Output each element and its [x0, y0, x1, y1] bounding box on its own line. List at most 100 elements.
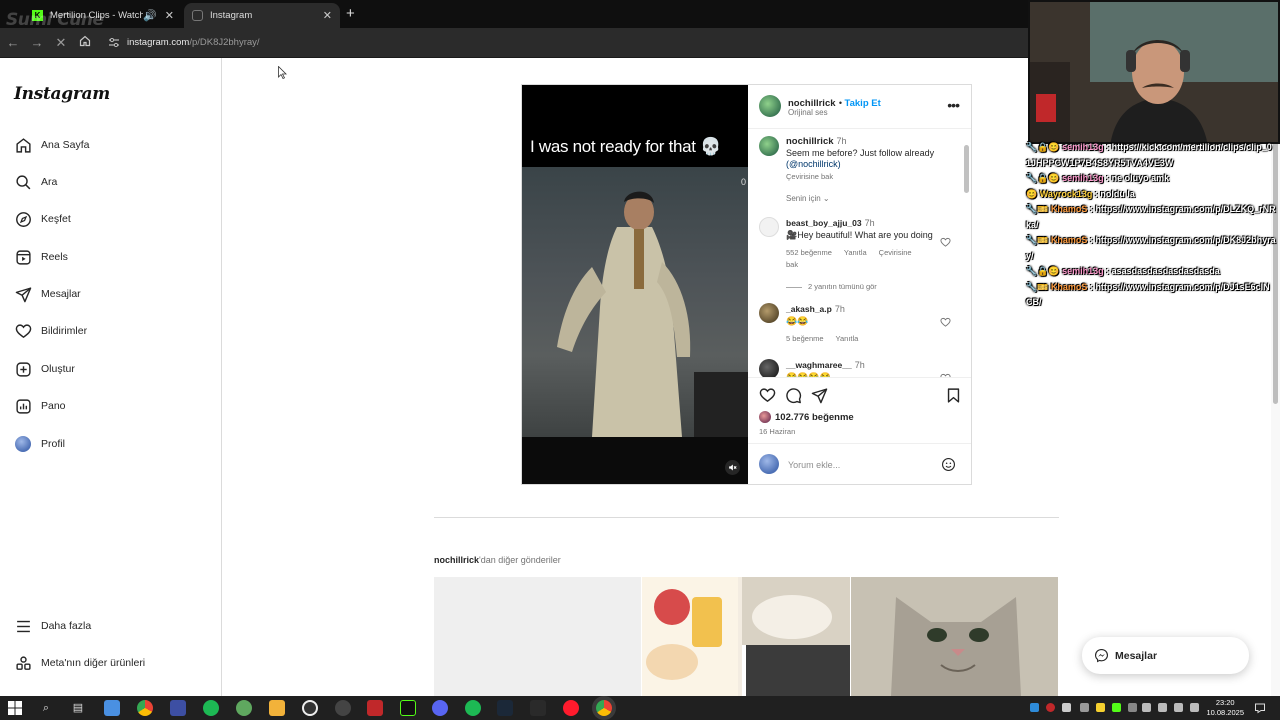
- nav-item-more[interactable]: Daha fazla: [14, 616, 91, 636]
- bookmark-icon[interactable]: [945, 387, 962, 404]
- file-explorer-icon[interactable]: [269, 700, 285, 716]
- more-posts-user[interactable]: nochillrick: [434, 555, 479, 565]
- comment-username[interactable]: __waghmaree__: [786, 360, 852, 370]
- comment-item: __waghmaree__ 7h 😂😂😂😂: [786, 360, 936, 377]
- network-icon[interactable]: [1142, 703, 1151, 712]
- nav-item-dashboard[interactable]: Pano: [14, 396, 66, 416]
- search-icon[interactable]: ⌕: [38, 700, 54, 716]
- app-icon[interactable]: [203, 700, 219, 716]
- url-host: instagram.com: [127, 37, 190, 48]
- new-tab-button[interactable]: +: [346, 5, 355, 22]
- profile-avatar-icon: [14, 435, 32, 453]
- notification-icon[interactable]: [1254, 702, 1266, 714]
- caption-avatar[interactable]: [759, 136, 779, 156]
- grid-post-thumbnail[interactable]: [642, 577, 850, 696]
- comment-like-heart-icon[interactable]: [940, 317, 951, 328]
- network-icon[interactable]: [1158, 703, 1167, 712]
- nav-item-label: Oluştur: [41, 363, 75, 375]
- caption-mention[interactable]: (@nochillrick): [786, 159, 946, 171]
- app-icon[interactable]: [302, 700, 318, 716]
- app-icon[interactable]: [170, 700, 186, 716]
- comment-avatar[interactable]: [759, 217, 779, 237]
- sort-dropdown[interactable]: Senin için ⌄: [786, 194, 830, 203]
- address-bar[interactable]: instagram.com/p/DK8J2bhyray/: [127, 37, 260, 48]
- nav-item-profile[interactable]: Profil: [14, 434, 65, 454]
- scrollbar-thumb[interactable]: [964, 145, 969, 193]
- nav-item-meta-products[interactable]: Meta'nın diğer ürünleri: [14, 653, 145, 673]
- mute-icon[interactable]: [725, 460, 740, 475]
- comment-like-heart-icon[interactable]: [940, 237, 951, 248]
- like-heart-icon[interactable]: [759, 387, 776, 404]
- nav-item-notifications[interactable]: Bildirimler: [14, 321, 87, 341]
- forward-button[interactable]: →: [28, 34, 46, 52]
- task-view-icon[interactable]: ▤: [70, 700, 86, 716]
- nav-item-label: Ara: [41, 176, 58, 188]
- messages-float-button[interactable]: Mesajlar: [1082, 637, 1249, 674]
- tray-icon[interactable]: [1046, 703, 1055, 712]
- nav-item-reels[interactable]: Reels: [14, 247, 68, 267]
- back-button[interactable]: ←: [4, 34, 22, 52]
- caption-username[interactable]: nochillrick: [786, 136, 834, 147]
- reel-video[interactable]: I was not ready for that 💀 0: [522, 85, 748, 484]
- tab-instagram[interactable]: Instagram ✕: [184, 3, 340, 28]
- stop-loading-button[interactable]: ✕: [52, 34, 70, 52]
- app-icon[interactable]: [236, 700, 252, 716]
- follow-button[interactable]: Takip Et: [845, 98, 881, 109]
- emoji-icon[interactable]: [941, 457, 956, 472]
- nav-item-explore[interactable]: Keşfet: [14, 209, 71, 229]
- comment-input[interactable]: Yorum ekle...: [788, 460, 840, 470]
- audio-icon[interactable]: 🔊: [143, 9, 157, 22]
- language-icon[interactable]: [1190, 703, 1199, 712]
- tab-title: Instagram: [210, 10, 253, 21]
- store-app-icon[interactable]: [104, 700, 120, 716]
- reply-button[interactable]: Yanıtla: [844, 248, 867, 257]
- tray-icon[interactable]: [1030, 703, 1039, 712]
- comment-username[interactable]: _akash_a.p: [786, 304, 832, 314]
- comment-avatar[interactable]: [759, 303, 779, 323]
- like-count[interactable]: 102.776 beğenme: [759, 411, 854, 423]
- nav-item-home[interactable]: Ana Sayfa: [14, 135, 89, 155]
- comment-likes[interactable]: 5 beğenme: [786, 334, 824, 343]
- grid-post-thumbnail[interactable]: [851, 577, 1058, 696]
- nav-item-label: Ana Sayfa: [41, 139, 90, 151]
- share-send-icon[interactable]: [811, 387, 828, 404]
- windows-start-icon[interactable]: [8, 701, 22, 715]
- opera-icon[interactable]: [563, 700, 579, 716]
- site-info-icon[interactable]: [109, 38, 119, 47]
- chrome-active-icon[interactable]: [596, 700, 612, 716]
- webcam-overlay: [1028, 0, 1280, 144]
- settings-gear-icon[interactable]: [335, 700, 351, 716]
- tray-icon[interactable]: [1112, 703, 1121, 712]
- more-options-icon[interactable]: •••: [947, 97, 960, 113]
- discord-icon[interactable]: [432, 700, 448, 716]
- caption-translate[interactable]: Çevirisine bak: [786, 171, 946, 183]
- system-clock[interactable]: 23:20 10.08.2025: [1206, 698, 1244, 718]
- view-replies-link[interactable]: 2 yanıtın tümünü gör: [786, 282, 877, 291]
- close-tab-icon[interactable]: ✕: [165, 9, 174, 22]
- reply-button[interactable]: Yanıtla: [836, 334, 859, 343]
- nav-item-create[interactable]: Oluştur: [14, 359, 75, 379]
- close-tab-icon[interactable]: ✕: [323, 9, 332, 22]
- audio-label[interactable]: Orijinal ses: [788, 108, 828, 117]
- tray-icon[interactable]: [1096, 703, 1105, 712]
- tray-icon[interactable]: [1128, 703, 1137, 712]
- chrome-app-icon[interactable]: [137, 700, 153, 716]
- comment-avatar[interactable]: [759, 359, 779, 377]
- author-avatar[interactable]: [759, 95, 781, 117]
- instagram-logo[interactable]: Instagram: [14, 84, 110, 104]
- volume-icon[interactable]: [1174, 703, 1183, 712]
- tray-icon[interactable]: [1062, 703, 1071, 712]
- comments-scrollbar[interactable]: [964, 135, 969, 380]
- app-icon[interactable]: [400, 700, 416, 716]
- epic-games-icon[interactable]: [530, 700, 546, 716]
- comment-likes[interactable]: 552 beğenme: [786, 248, 832, 257]
- comment-username[interactable]: beast_boy_ajju_03: [786, 218, 862, 228]
- app-icon[interactable]: [367, 700, 383, 716]
- nav-item-messages[interactable]: Mesajlar: [14, 284, 81, 304]
- nav-item-search[interactable]: Ara: [14, 172, 57, 192]
- steam-icon[interactable]: [497, 700, 513, 716]
- comment-bubble-icon[interactable]: [785, 387, 802, 404]
- home-button[interactable]: [76, 34, 94, 52]
- spotify-icon[interactable]: [465, 700, 481, 716]
- tray-icon[interactable]: [1080, 703, 1089, 712]
